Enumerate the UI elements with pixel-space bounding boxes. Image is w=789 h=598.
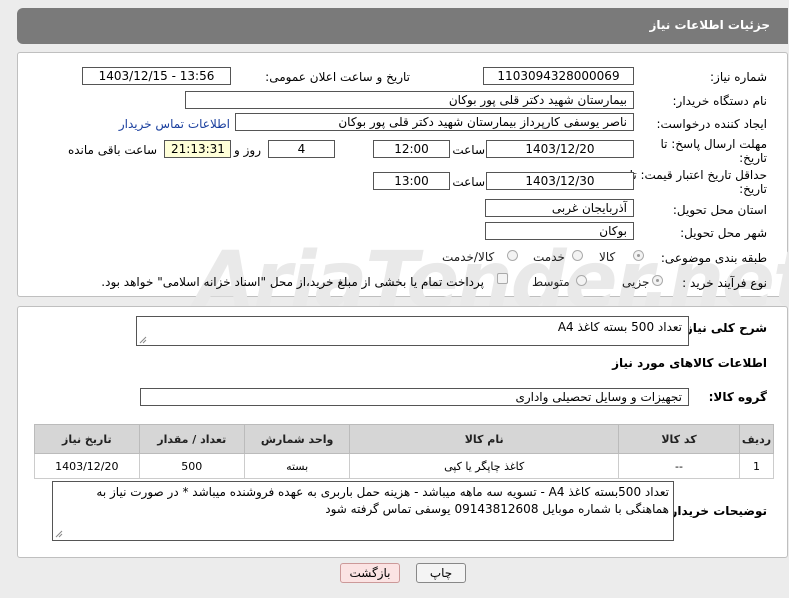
- col-goods-code: کد کالا: [617, 424, 740, 454]
- city-field: بوکان: [485, 222, 634, 240]
- validity-date-field: 1403/12/30: [486, 172, 634, 190]
- deadline-label-2: تاریخ:: [739, 151, 767, 165]
- need-number-field: 1103094328000069: [483, 67, 634, 85]
- announce-field: 1403/12/15 - 13:56: [82, 67, 231, 85]
- category-label: طبقه بندی موضوعی:: [660, 251, 767, 265]
- table-row[interactable]: 1403/12/20 500 بسته کاغذ چاپگر یا کپی --…: [34, 453, 775, 479]
- days-field: 4: [268, 140, 335, 158]
- province-field: آذربایجان غربی: [485, 199, 634, 217]
- cell-goods-name: کاغذ چاپگر یا کپی: [349, 453, 619, 479]
- goods-info-title: اطلاعات کالاهای مورد نیاز: [612, 356, 767, 370]
- goods-group-field: تجهیزات و وسایل تحصیلی واداری: [140, 388, 689, 406]
- goods-table: تاریخ نیاز تعداد / مقدار واحد شمارش نام …: [34, 424, 775, 479]
- buyer-notes-field: تعداد 500بسته کاغذ A4 - تسویه سه ماهه می…: [52, 481, 674, 541]
- resize-handle-icon[interactable]: [55, 530, 63, 538]
- validity-time-label: ساعت: [452, 175, 485, 189]
- purchase-radio-minor[interactable]: [652, 275, 663, 286]
- print-button[interactable]: چاپ: [416, 563, 466, 583]
- remaining-label: ساعت باقی مانده: [67, 143, 157, 157]
- need-description-field: تعداد 500 بسته کاغذ A4: [136, 316, 689, 346]
- col-need-date: تاریخ نیاز: [34, 424, 140, 454]
- resize-handle-icon[interactable]: [139, 336, 147, 344]
- days-label: روز و: [234, 143, 261, 157]
- purchase-radio-medium[interactable]: [576, 275, 587, 286]
- category-option-both: کالا/خدمت: [442, 250, 495, 264]
- purchase-type-label: نوع فرآیند خرید :: [682, 276, 767, 290]
- category-radio-both[interactable]: [507, 250, 518, 261]
- buyer-contact-link[interactable]: اطلاعات تماس خریدار: [119, 117, 230, 131]
- validity-label-2: تاریخ:: [739, 182, 767, 196]
- deadline-label-1: مهلت ارسال پاسخ: تا: [660, 137, 767, 151]
- need-description-label: شرح کلی نیاز:: [681, 321, 767, 335]
- col-row-number: ردیف: [738, 424, 775, 454]
- category-radio-goods[interactable]: [633, 250, 644, 261]
- category-radio-service[interactable]: [572, 250, 583, 261]
- province-label: استان محل تحویل:: [672, 203, 767, 217]
- need-number-label: شماره نیاز:: [710, 70, 767, 84]
- treasury-bond-checkbox[interactable]: [497, 273, 508, 284]
- col-goods-name: نام کالا: [349, 424, 619, 454]
- creator-field: ناصر یوسفی کارپرداز بیمارستان شهید دکتر …: [235, 113, 634, 131]
- category-option-service: خدمت: [533, 250, 565, 264]
- creator-label: ایجاد کننده درخواست:: [656, 117, 767, 131]
- validity-time-field: 13:00: [373, 172, 450, 190]
- validity-label-1: حداقل تاریخ اعتبار قیمت: تا: [629, 168, 767, 182]
- cell-row-number: 1: [738, 453, 775, 479]
- deadline-time-label: ساعت: [452, 143, 485, 157]
- deadline-time-field: 12:00: [373, 140, 450, 158]
- buyer-org-label: نام دستگاه خریدار:: [672, 94, 768, 108]
- deadline-date-field: 1403/12/20: [486, 140, 634, 158]
- purchase-option-minor: جزیی: [622, 275, 650, 289]
- announce-label: تاریخ و ساعت اعلان عمومی:: [265, 70, 410, 84]
- col-quantity: تعداد / مقدار: [138, 424, 245, 454]
- buyer-org-field: بیمارستان شهید دکتر قلی پور بوکان: [185, 91, 634, 109]
- remaining-time-field: 21:13:31: [164, 140, 231, 158]
- col-unit: واحد شمارش: [243, 424, 351, 454]
- city-label: شهر محل تحویل:: [680, 226, 767, 240]
- buyer-notes-label: توضیحات خریدار:: [665, 504, 767, 518]
- cell-unit: بسته: [243, 453, 351, 479]
- purchase-option-medium: متوسط: [532, 275, 570, 289]
- page-header: جزئیات اطلاعات نیاز: [17, 8, 788, 44]
- table-header-row: تاریخ نیاز تعداد / مقدار واحد شمارش نام …: [34, 424, 775, 454]
- cell-goods-code: --: [617, 453, 740, 479]
- goods-group-label: گروه کالا:: [708, 390, 767, 404]
- category-option-goods: کالا: [599, 250, 616, 264]
- page-title: جزئیات اطلاعات نیاز: [649, 18, 770, 32]
- cell-quantity: 500: [138, 453, 245, 479]
- cell-need-date: 1403/12/20: [34, 453, 140, 479]
- treasury-bond-note: پرداخت تمام یا بخشی از مبلغ خرید،از محل …: [101, 275, 484, 289]
- back-button[interactable]: بازگشت: [340, 563, 400, 583]
